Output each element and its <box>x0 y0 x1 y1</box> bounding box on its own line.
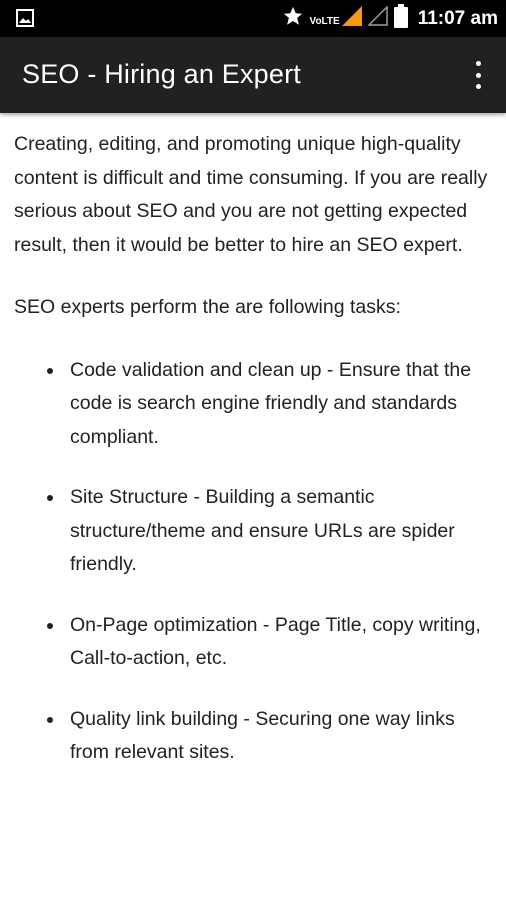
menu-dot <box>475 84 481 89</box>
page-title: SEO - Hiring an Expert <box>22 59 302 89</box>
list-item: Quality link building - Securing one way… <box>14 703 496 770</box>
bullet-icon <box>47 622 53 629</box>
list-item: On-Page optimization - Page Title, copy … <box>14 609 496 676</box>
list-item-text: Code validation and clean up - Ensure th… <box>70 358 472 448</box>
bullet-icon <box>47 716 53 723</box>
list-item-text: On-Page optimization - Page Title, copy … <box>70 613 481 670</box>
signal-icon <box>341 6 362 31</box>
intro-paragraph: Creating, editing, and promoting unique … <box>14 133 488 256</box>
list-item: Site Structure - Building a semantic str… <box>14 481 496 582</box>
status-icons: VoLTE 11:07 am <box>276 0 498 37</box>
more-vert-icon[interactable] <box>472 61 484 89</box>
bullet-icon <box>47 495 53 501</box>
battery-icon <box>393 4 408 33</box>
menu-dot <box>475 61 481 66</box>
article-content: Creating, editing, and promoting unique … <box>14 128 496 797</box>
list-item-text: Quality link building - Securing one way… <box>70 707 455 764</box>
menu-dot <box>475 72 481 78</box>
lead-paragraph: SEO experts perform the are following ta… <box>14 296 401 318</box>
signal-empty-icon <box>366 5 388 31</box>
gallery-icon <box>16 9 34 32</box>
list-item: Code validation and clean up - Ensure th… <box>14 354 496 455</box>
list-item-text: Site Structure - Building a semantic str… <box>70 486 455 575</box>
status-time: 11:07 am <box>417 7 498 29</box>
network-label: VoLTE <box>309 16 340 27</box>
app-bar: SEO - Hiring an Expert <box>0 37 506 113</box>
bullet-icon <box>47 367 53 374</box>
star-icon <box>282 5 304 32</box>
task-list: Code validation and clean up - Ensure th… <box>14 354 496 770</box>
status-bar: VoLTE 11:07 am <box>0 0 506 37</box>
